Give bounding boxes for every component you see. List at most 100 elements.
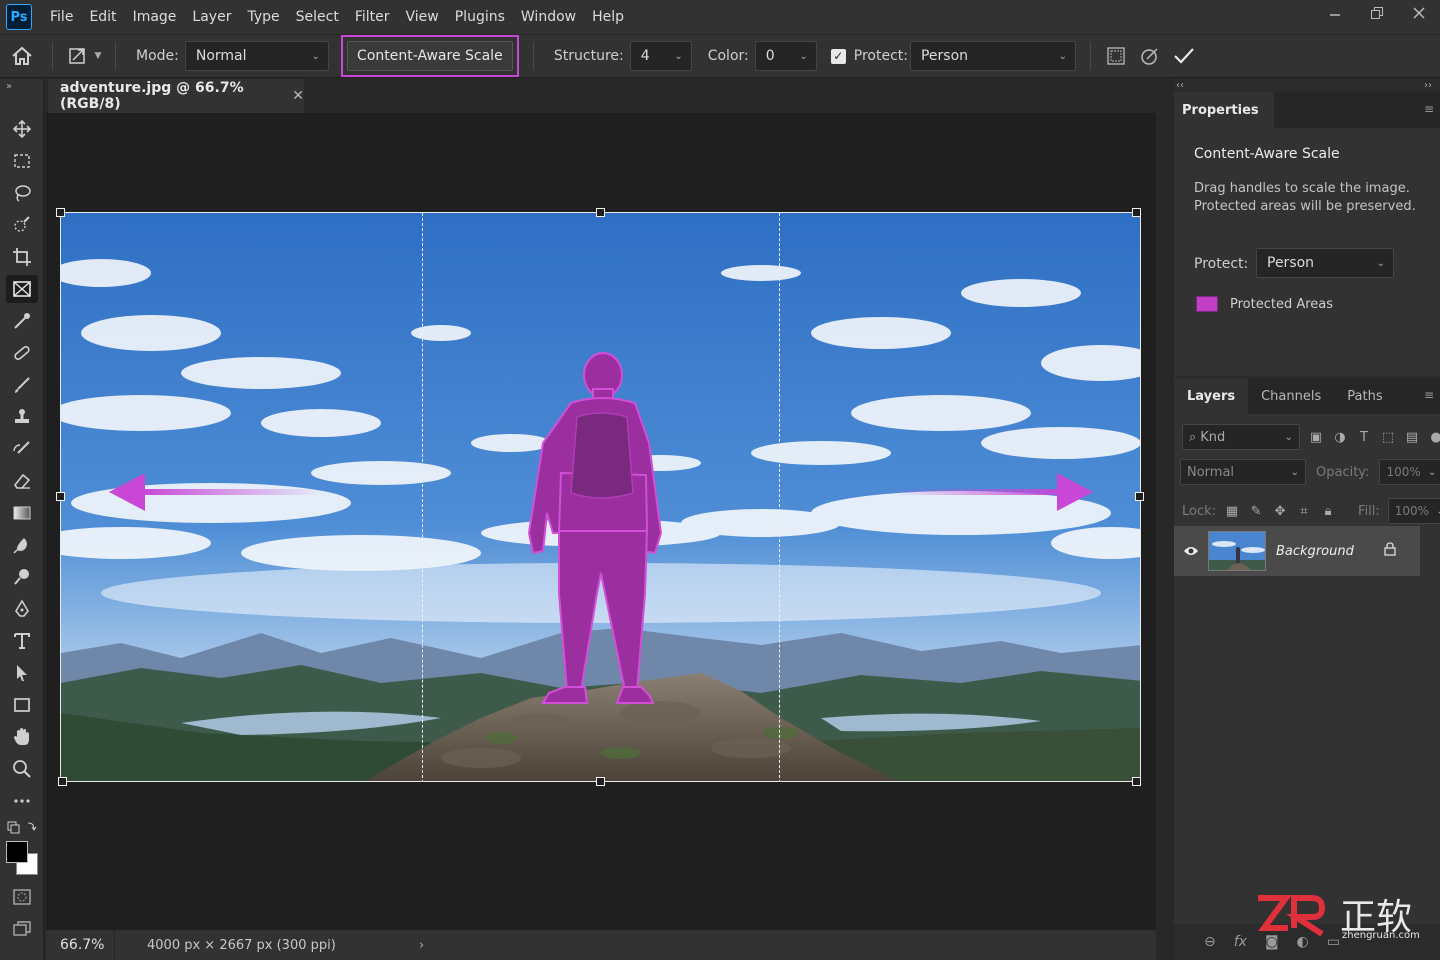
path-select-icon[interactable] [6, 659, 38, 687]
eye-icon[interactable] [1174, 545, 1208, 557]
lock-position-icon[interactable]: ✥ [1272, 504, 1288, 519]
menu-view[interactable]: View [398, 0, 447, 34]
move-icon[interactable] [6, 115, 38, 143]
handle-bottom-center[interactable] [596, 777, 605, 786]
protect-checkbox[interactable]: ✓ [830, 48, 846, 64]
blend-mode-select[interactable]: Normal ⌄ [1180, 459, 1306, 485]
menu-image[interactable]: Image [125, 0, 185, 34]
gradient-icon[interactable] [6, 499, 38, 527]
separator [1089, 42, 1091, 70]
content-aware-scale-button[interactable]: Content-Aware Scale [346, 41, 513, 71]
home-icon[interactable] [0, 34, 44, 78]
handle-middle-left[interactable] [56, 492, 65, 501]
document-tab[interactable]: adventure.jpg @ 66.7% (RGB/8) ✕ [48, 79, 304, 113]
expand-panels-icon[interactable]: ‹‹ [1176, 80, 1184, 91]
marquee-icon[interactable] [6, 147, 38, 175]
menu-type[interactable]: Type [239, 0, 287, 34]
tool-preset-picker[interactable]: ▼ [61, 46, 107, 66]
fx-icon[interactable]: fx [1234, 934, 1247, 950]
tab-properties[interactable]: Properties [1174, 92, 1274, 128]
lock-pixels-icon[interactable]: ✎ [1248, 504, 1264, 519]
menu-edit[interactable]: Edit [81, 0, 124, 34]
image-filter-icon[interactable]: ▣ [1308, 430, 1324, 445]
type-icon[interactable] [6, 627, 38, 655]
handle-middle-right[interactable] [1135, 492, 1144, 501]
filter-toggle-icon[interactable]: ● [1428, 430, 1440, 445]
tab-channels[interactable]: Channels [1248, 378, 1334, 414]
menu-file[interactable]: File [42, 0, 81, 34]
blur-icon[interactable] [6, 531, 38, 559]
rectangle-icon[interactable] [6, 691, 38, 719]
layer-row[interactable]: Background [1174, 526, 1420, 576]
panel-menu-icon[interactable]: ≡ [1424, 102, 1434, 116]
zoom-icon[interactable] [6, 755, 38, 783]
tab-layers[interactable]: Layers [1174, 378, 1249, 414]
photoshop-logo[interactable]: Ps [6, 4, 32, 30]
screen-mode-icon[interactable] [6, 915, 38, 943]
healing-icon[interactable] [6, 339, 38, 367]
layer-name[interactable]: Background [1276, 544, 1384, 559]
chevron-right-icon[interactable]: › [419, 938, 424, 953]
chevron-down-icon: ⌄ [674, 50, 683, 62]
collapse-toolbar-icon[interactable]: ›› [6, 81, 12, 92]
mode-select[interactable]: Normal ⌄ [184, 41, 329, 71]
type-filter-icon[interactable]: T [1356, 430, 1372, 445]
commit-check-icon[interactable] [1167, 39, 1201, 73]
quick-select-icon[interactable] [6, 211, 38, 239]
blend-mode-value: Normal [1187, 464, 1235, 480]
collapse-panels-icon[interactable]: ›› [1424, 80, 1432, 91]
handle-top-right[interactable] [1132, 208, 1141, 217]
fill-field[interactable]: 100% ⌄ [1387, 498, 1440, 524]
stamp-icon[interactable] [6, 403, 38, 431]
handle-bottom-left[interactable] [58, 777, 67, 786]
handle-top-center[interactable] [596, 208, 605, 217]
structure-select[interactable]: 4 ⌄ [629, 41, 692, 71]
kind-filter-select[interactable]: ⌕ Knd ⌄ [1182, 424, 1300, 450]
swap-colors-icon[interactable] [6, 817, 38, 837]
history-brush-icon[interactable] [6, 435, 38, 463]
color-select[interactable]: 0 ⌄ [754, 41, 817, 71]
menu-select[interactable]: Select [288, 0, 347, 34]
brush-icon[interactable] [6, 371, 38, 399]
document-image[interactable] [60, 212, 1141, 782]
lasso-icon[interactable] [6, 179, 38, 207]
restore-icon[interactable] [1356, 0, 1398, 26]
panel-menu-icon[interactable]: ≡ [1424, 388, 1434, 402]
properties-protect-select[interactable]: Person ⌄ [1256, 248, 1394, 278]
adjustment-filter-icon[interactable]: ◑ [1332, 430, 1348, 445]
link-layers-icon[interactable]: ⊖ [1204, 934, 1216, 950]
menu-window[interactable]: Window [513, 0, 584, 34]
protect-select[interactable]: Person ⌄ [909, 41, 1076, 71]
smart-object-filter-icon[interactable]: ▤ [1404, 430, 1420, 445]
crop-icon[interactable] [6, 243, 38, 271]
menu-plugins[interactable]: Plugins [447, 0, 513, 34]
eyedropper-icon[interactable] [6, 307, 38, 335]
menu-filter[interactable]: Filter [347, 0, 398, 34]
pen-icon[interactable] [6, 595, 38, 623]
close-window-icon[interactable] [1398, 0, 1440, 26]
handle-top-left[interactable] [56, 208, 65, 217]
quick-mask-icon[interactable] [6, 883, 38, 911]
dodge-icon[interactable] [6, 563, 38, 591]
shape-filter-icon[interactable]: ⬚ [1380, 430, 1396, 445]
cancel-transform-icon[interactable] [1133, 39, 1167, 73]
eraser-icon[interactable] [6, 467, 38, 495]
more-icon[interactable] [6, 787, 38, 815]
opacity-field[interactable]: 100% ⌄ [1379, 459, 1440, 485]
hand-icon[interactable] [6, 723, 38, 751]
lock-all-icon[interactable]: 🔒︎ [1320, 504, 1336, 519]
protected-areas-swatch[interactable] [1196, 296, 1218, 312]
menu-help[interactable]: Help [584, 0, 632, 34]
frame-icon[interactable] [6, 275, 38, 303]
minimize-icon[interactable] [1314, 0, 1356, 26]
tab-paths[interactable]: Paths [1334, 378, 1395, 414]
menu-layer[interactable]: Layer [184, 0, 239, 34]
lock-transparency-icon[interactable]: ▦ [1224, 504, 1240, 519]
handle-bottom-right[interactable] [1132, 777, 1141, 786]
close-tab-icon[interactable]: ✕ [292, 88, 304, 104]
mask-icon[interactable] [1099, 39, 1133, 73]
canvas-area[interactable] [46, 113, 1156, 930]
zoom-level[interactable]: 66.7% [46, 937, 114, 953]
foreground-color-swatch[interactable] [6, 841, 28, 863]
lock-artboard-icon[interactable]: ⌗ [1296, 504, 1312, 519]
